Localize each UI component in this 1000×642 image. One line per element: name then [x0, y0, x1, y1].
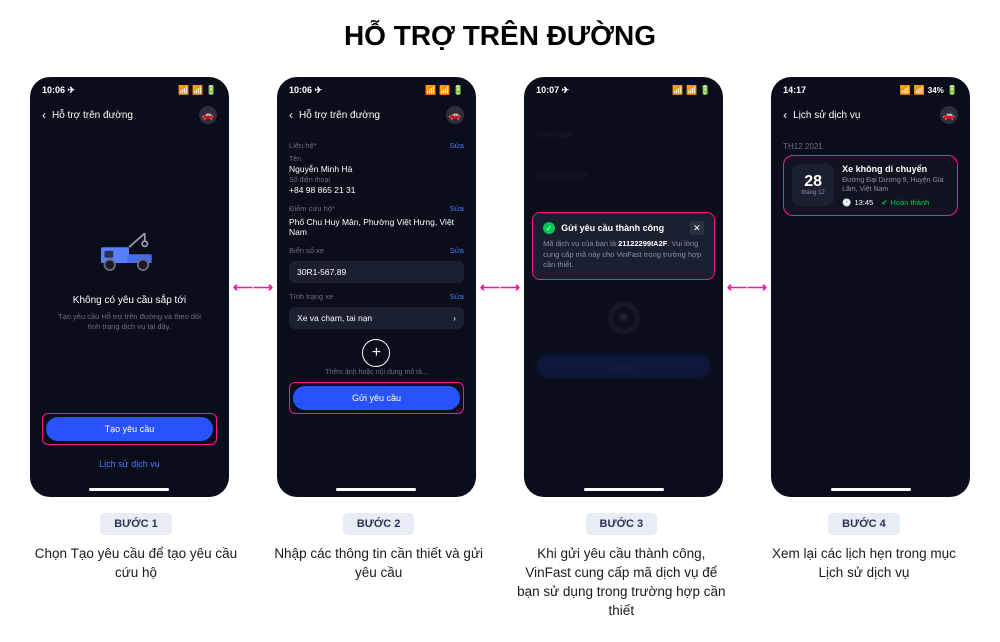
status-time: 10:07 ✈ [536, 85, 569, 96]
empty-subtitle: Tạo yêu cầu Hỗ trợ trên đường và theo dõ… [42, 312, 217, 333]
header-title: Hỗ trợ trên đường [52, 110, 133, 121]
create-request-button[interactable]: Tạo yêu cầu [46, 417, 213, 441]
step-labels-row: BƯỚC 1 Chọn Tạo yêu cầu để tạo yêu cầu c… [30, 513, 970, 621]
rescue-value: Phố Chu Huy Mân, Phường Việt Hưng, Việt … [289, 217, 464, 237]
card-status: ✔ Hoàn thành [881, 198, 929, 207]
avatar-icon[interactable]: 🚗 [199, 106, 217, 124]
plate-label: Biển số xe [289, 246, 324, 255]
header-title: Hỗ trợ trên đường [299, 110, 380, 121]
home-indicator [831, 488, 911, 491]
header-title: Lịch sử dịch vụ [793, 110, 860, 121]
edit-condition-link[interactable]: Sửa [450, 292, 464, 301]
history-month-label: TH12 2021 [783, 138, 958, 155]
card-address: Đường Đại Dương 9, Huyện Gia Lâm, Việt N… [842, 176, 949, 194]
status-icons: 📶 📶 🔋 [672, 85, 711, 96]
phone-screen-4: 14:17 📶 📶 34%🔋 ‹ Lịch sử dịch vụ 🚗 TH12 … [771, 77, 970, 497]
contact-label: Liên hệ* [289, 141, 317, 150]
edit-contact-link[interactable]: Sửa [450, 141, 464, 150]
status-icons: 📶 📶 🔋 [425, 85, 464, 96]
step-3-desc: Khi gửi yêu cầu thành công, VinFast cung… [515, 545, 727, 621]
success-toast: ✓ Gửi yêu cầu thành công ✕ Mã dịch vụ củ… [532, 212, 715, 280]
card-time: 🕐 13:45 [842, 198, 873, 207]
blurred-form: —— —— —————— + ——— [524, 100, 723, 483]
step-4-desc: Xem lại các lịch hẹn trong mục Lịch sử d… [758, 545, 970, 583]
history-link[interactable]: Lịch sử dịch vụ [42, 459, 217, 469]
avatar-icon[interactable]: 🚗 [446, 106, 464, 124]
status-time: 10:06 ✈ [42, 85, 75, 96]
toast-body: Mã dịch vụ của bạn là 21122299IA2F. Vui … [543, 239, 704, 271]
steps-row: 10:06 ✈ 📶 📶 🔋 ‹ Hỗ trợ trên đường 🚗 [30, 77, 970, 497]
status-time: 14:17 [783, 85, 806, 96]
highlight-box: Gửi yêu cầu [289, 382, 464, 414]
empty-state: Không có yêu cầu sắp tới Tạo yêu cầu Hỗ … [42, 138, 217, 413]
step-2-desc: Nhập các thông tin cần thiết và gửi yêu … [273, 545, 485, 583]
step-1-badge: BƯỚC 1 [100, 513, 172, 535]
status-icons: 📶 📶 34%🔋 [900, 85, 958, 96]
step-3-col: BƯỚC 3 Khi gửi yêu cầu thành công, VinFa… [515, 513, 727, 621]
back-icon[interactable]: ‹ [289, 108, 293, 122]
arrow-icon: ⟵⟶ [233, 279, 273, 296]
card-title: Xe không di chuyển [842, 164, 949, 174]
edit-plate-link[interactable]: Sửa [450, 246, 464, 255]
phone-label: Số điện thoại [289, 177, 464, 184]
name-label: Tên [289, 156, 464, 163]
clock-icon: 🕐 [842, 198, 851, 207]
toast-title: Gửi yêu cầu thành công [561, 223, 684, 233]
arrow-icon: ⟵⟶ [727, 279, 767, 296]
status-bar: 10:06 ✈ 📶 📶 🔋 [30, 77, 229, 100]
add-photo-button[interactable]: + [362, 339, 390, 367]
avatar-icon[interactable]: 🚗 [940, 106, 958, 124]
phone-screen-3: 10:07 ✈ 📶 📶 🔋 —— —— —————— + ——— ✓ Gửi y… [524, 77, 723, 497]
status-bar: 14:17 📶 📶 34%🔋 [771, 77, 970, 100]
home-indicator [584, 488, 664, 491]
date-box: 28 tháng 12 [792, 164, 834, 206]
phone-screen-1: 10:06 ✈ 📶 📶 🔋 ‹ Hỗ trợ trên đường 🚗 [30, 77, 229, 497]
step-1-col: BƯỚC 1 Chọn Tạo yêu cầu để tạo yêu cầu c… [30, 513, 242, 621]
step-1-desc: Chọn Tạo yêu cầu để tạo yêu cầu cứu hộ [30, 545, 242, 583]
status-bar: 10:07 ✈ 📶 📶 🔋 [524, 77, 723, 100]
status-icons: 📶 📶 🔋 [178, 85, 217, 96]
step-4-col: BƯỚC 4 Xem lại các lịch hẹn trong mục Lị… [758, 513, 970, 621]
step-4-badge: BƯỚC 4 [828, 513, 900, 535]
plate-input[interactable]: 30R1-567.89 [289, 261, 464, 283]
check-icon: ✔ [881, 198, 887, 207]
phone-screen-2: 10:06 ✈ 📶 📶 🔋 ‹ Hỗ trợ trên đường 🚗 Liên… [277, 77, 476, 497]
phone-value: +84 98 865 21 31 [289, 185, 464, 195]
page-title: HỖ TRỢ TRÊN ĐƯỜNG [30, 20, 970, 52]
highlight-box: Tạo yêu cầu [42, 413, 217, 445]
status-bar: 10:06 ✈ 📶 📶 🔋 [277, 77, 476, 100]
date-day: 28 [804, 174, 822, 190]
header-row: ‹ Hỗ trợ trên đường 🚗 [277, 100, 476, 130]
back-icon[interactable]: ‹ [42, 108, 46, 122]
arrow-icon: ⟵⟶ [480, 279, 520, 296]
back-icon[interactable]: ‹ [783, 108, 787, 122]
step-3-badge: BƯỚC 3 [586, 513, 658, 535]
close-toast-button[interactable]: ✕ [690, 221, 704, 235]
condition-label: Tình trạng xe [289, 292, 333, 301]
home-indicator [89, 488, 169, 491]
name-value: Nguyễn Minh Hà [289, 164, 464, 174]
empty-title: Không có yêu cầu sắp tới [73, 295, 186, 306]
send-request-button[interactable]: Gửi yêu cầu [293, 386, 460, 410]
tow-truck-icon [94, 219, 164, 279]
date-month: tháng 12 [801, 190, 824, 196]
step-2-col: BƯỚC 2 Nhập các thông tin cần thiết và g… [273, 513, 485, 621]
status-time: 10:06 ✈ [289, 85, 322, 96]
chevron-right-icon: › [453, 313, 456, 323]
history-card[interactable]: 28 tháng 12 Xe không di chuyển Đường Đại… [783, 155, 958, 216]
step-2-badge: BƯỚC 2 [343, 513, 415, 535]
header-row: ‹ Hỗ trợ trên đường 🚗 [30, 100, 229, 130]
add-photo-label: Thêm ảnh hoặc nội dung mô tả... [289, 369, 464, 376]
edit-rescue-link[interactable]: Sửa [450, 204, 464, 213]
header-row: ‹ Lịch sử dịch vụ 🚗 [771, 100, 970, 130]
condition-select[interactable]: Xe va chạm, tai nạn › [289, 307, 464, 329]
rescue-label: Điểm cứu hộ* [289, 204, 335, 213]
check-icon: ✓ [543, 222, 555, 234]
home-indicator [336, 488, 416, 491]
header-left: ‹ Hỗ trợ trên đường [42, 108, 133, 122]
